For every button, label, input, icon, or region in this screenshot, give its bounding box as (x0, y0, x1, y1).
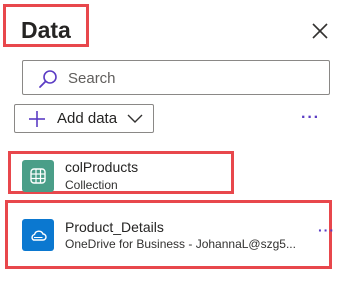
search-placeholder: Search (68, 70, 116, 87)
collection-tile (22, 160, 54, 192)
item-more-options-button[interactable]: ··· (318, 222, 335, 238)
panel-title: Data (21, 17, 71, 43)
search-icon (39, 70, 57, 88)
item-title: Product_Details (65, 219, 164, 235)
search-input[interactable]: Search (22, 60, 330, 95)
plus-icon (29, 111, 45, 127)
cloud-icon (31, 230, 47, 241)
item-subtitle: OneDrive for Business - JohannaL@szg5... (65, 237, 296, 251)
close-icon (312, 23, 328, 39)
item-title: colProducts (65, 159, 139, 175)
more-options-button[interactable]: ··· (301, 108, 319, 128)
item-subtitle: Collection (65, 178, 118, 192)
close-button[interactable] (309, 20, 331, 42)
add-data-label: Add data (57, 110, 118, 127)
data-panel: Data Search Add data ··· colProducts Col… (0, 0, 351, 281)
onedrive-tile (22, 219, 54, 251)
highlight-box-item-2 (5, 200, 332, 269)
add-data-button[interactable]: Add data (14, 104, 154, 133)
chevron-down-icon (127, 114, 143, 123)
table-icon (30, 168, 46, 184)
